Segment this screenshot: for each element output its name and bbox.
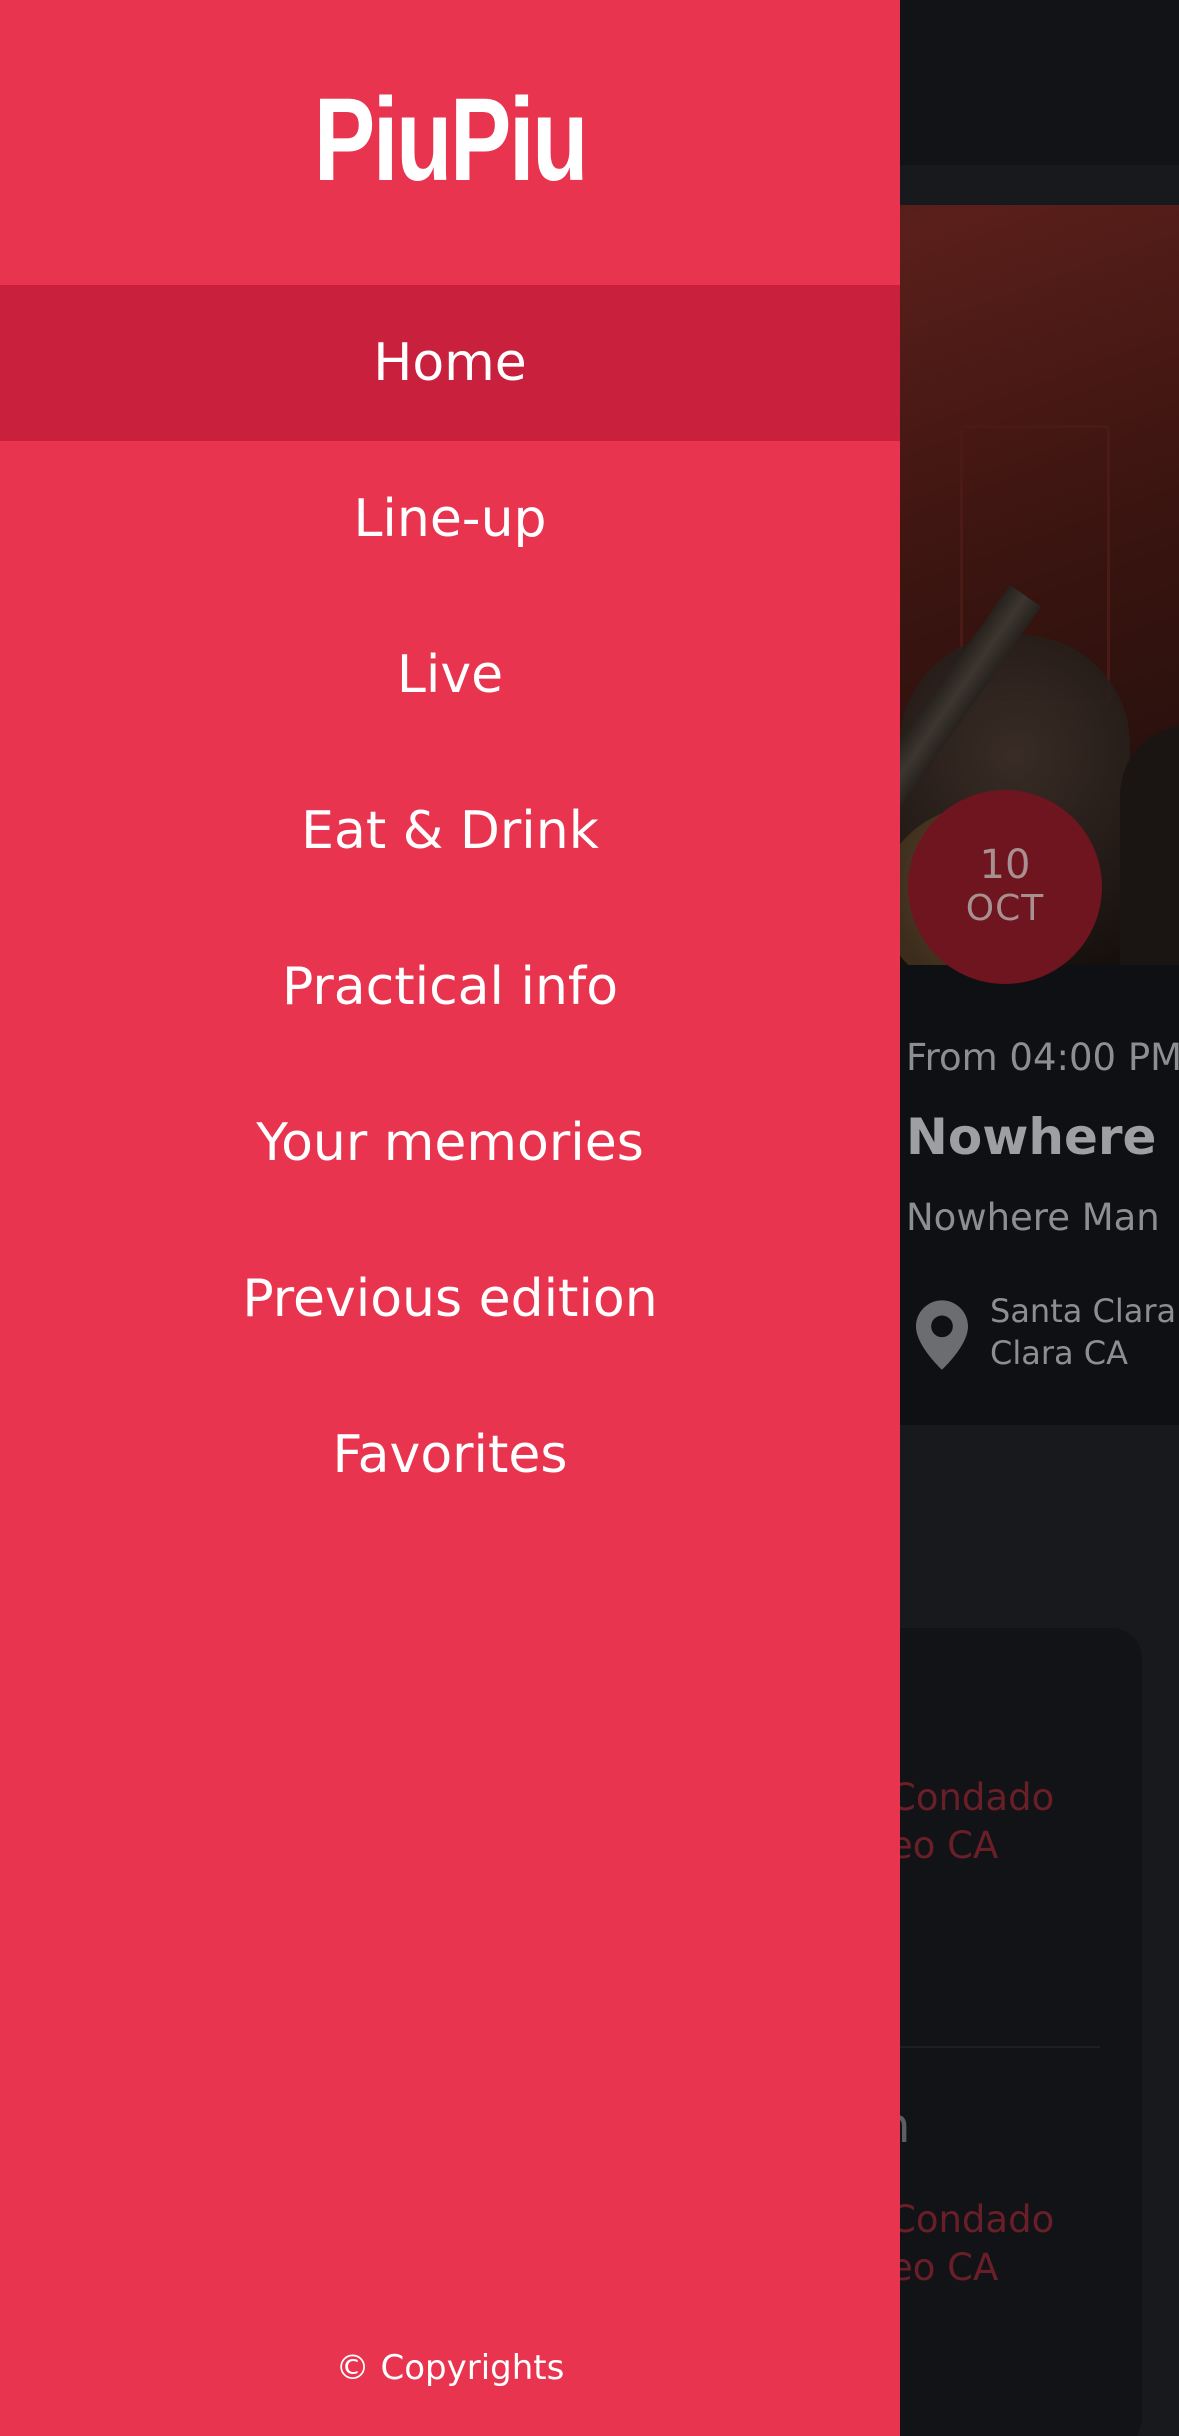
menu-item-live[interactable]: Live	[0, 597, 900, 753]
list-item-2-location-line2: eo CA	[890, 2246, 999, 2289]
list-item-2-location-line1: Condado	[890, 2198, 1055, 2241]
list-item-2-location[interactable]: Condado eo CA	[890, 2196, 1054, 2292]
app-logo: PiuPiu	[313, 74, 589, 206]
event-location: Santa Clara Clara CA	[990, 1290, 1176, 1374]
menu-item-favorites[interactable]: Favorites	[0, 1377, 900, 1533]
navigation-drawer: PiuPiu Home Line-up Live Eat & Drink Pra…	[0, 0, 900, 2436]
event-subtitle: Nowhere Man	[906, 1196, 1160, 1239]
menu-item-eat-drink[interactable]: Eat & Drink	[0, 753, 900, 909]
event-location-line1: Santa Clara	[990, 1292, 1177, 1330]
menu-item-your-memories[interactable]: Your memories	[0, 1065, 900, 1221]
drawer-menu: Home Line-up Live Eat & Drink Practical …	[0, 285, 900, 1533]
menu-item-practical-info[interactable]: Practical info	[0, 909, 900, 1065]
image-musician-shape-2	[1120, 725, 1179, 965]
date-badge-day: 10	[979, 842, 1031, 888]
menu-item-home[interactable]: Home	[0, 285, 900, 441]
event-time: From 04:00 PM	[906, 1036, 1179, 1079]
list-item-1-location-line1: Condado	[890, 1776, 1055, 1819]
event-location-line2: Clara CA	[990, 1334, 1129, 1372]
copyright-text: © Copyrights	[335, 2348, 565, 2388]
date-badge-month: OCT	[965, 888, 1045, 929]
menu-item-previous-edition[interactable]: Previous edition	[0, 1221, 900, 1377]
date-badge: 10 OCT	[908, 790, 1102, 984]
list-item-1-location-line2: eo CA	[890, 1824, 999, 1867]
location-pin-icon	[916, 1300, 968, 1370]
list-item-1-location[interactable]: Condado eo CA	[890, 1774, 1054, 1870]
menu-item-line-up[interactable]: Line-up	[0, 441, 900, 597]
event-title: Nowhere	[906, 1108, 1157, 1166]
